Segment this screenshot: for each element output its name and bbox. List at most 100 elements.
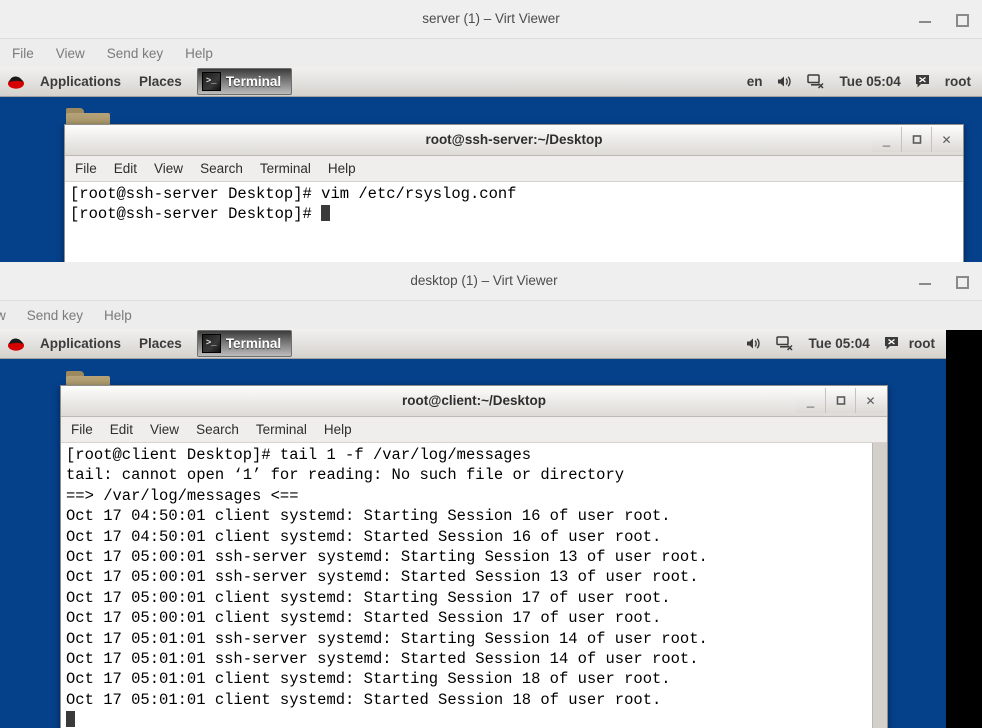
terminal-line: Oct 17 05:01:01 ssh-server systemd: Star… (66, 650, 699, 669)
applications-menu-client[interactable]: Applications (31, 329, 130, 358)
user-name-client[interactable]: root (907, 329, 942, 358)
terminal-controls-server: _ ✕ (872, 127, 961, 152)
panel-left-server: Applications Places >_ Terminal (0, 67, 293, 96)
taskbar-label-client: Terminal (225, 336, 282, 351)
places-menu-server[interactable]: Places (130, 67, 191, 96)
terminal-line: Oct 17 05:00:01 ssh-server systemd: Star… (66, 548, 708, 567)
menu-item-send-key[interactable]: Send key (107, 46, 163, 61)
taskbar-button-terminal-client[interactable]: >_ Terminal (196, 330, 293, 357)
terminal-menu-edit-server[interactable]: Edit (114, 161, 137, 176)
terminal-output-client: [root@client Desktop]# tail 1 -f /var/lo… (61, 443, 872, 728)
terminal-controls-client: _ ✕ (796, 388, 885, 413)
network-disconnected-icon[interactable] (800, 74, 832, 89)
terminal-line: Oct 17 05:00:01 ssh-server systemd: Star… (66, 568, 699, 587)
terminal-line: [root@client Desktop]# tail 1 -f /var/lo… (66, 446, 532, 464)
window-controls-desktop (918, 262, 976, 300)
virt-viewer-window-desktop: desktop (1) – Virt Viewer w Send key Hel… (0, 262, 982, 728)
menu-item-help-desktop[interactable]: Help (104, 308, 132, 323)
terminal-menu-search-server[interactable]: Search (200, 161, 243, 176)
terminal-icon-server: >_ (201, 72, 221, 91)
redhat-logo-icon[interactable] (6, 72, 26, 92)
terminal-cursor (321, 205, 331, 222)
terminal-line: Oct 17 05:00:01 client systemd: Started … (66, 609, 662, 628)
terminal-maximize-icon-server (912, 133, 921, 147)
clock-server[interactable]: Tue 05:04 (832, 67, 907, 96)
terminal-minimize-button-client[interactable]: _ (796, 388, 825, 413)
virt-viewer-window-server: server (1) – Virt Viewer File View Send … (0, 0, 982, 262)
terminal-line (66, 710, 872, 728)
terminal-maximize-button-client[interactable] (825, 388, 855, 413)
menubar-server: File View Send key Help (0, 39, 982, 67)
redhat-logo-icon-client[interactable] (6, 334, 26, 354)
terminal-titlebar-server: root@ssh-server:~/Desktop _ ✕ (65, 125, 963, 156)
terminal-menu-search-client[interactable]: Search (196, 422, 239, 437)
clock-client[interactable]: Tue 05:04 (801, 329, 876, 358)
menu-item-send-key-desktop[interactable]: Send key (27, 308, 83, 323)
guest-desktop-client: Applications Places >_ Terminal Tue 05:0… (0, 329, 946, 728)
terminal-line: Oct 17 05:01:01 client systemd: Started … (66, 690, 662, 709)
keyboard-layout-indicator[interactable]: en (740, 67, 770, 96)
terminal-body-server[interactable]: [root@ssh-server Desktop]# vim /etc/rsys… (65, 182, 963, 262)
window-controls-server (918, 0, 976, 38)
volume-icon[interactable] (769, 74, 800, 89)
titlebar-desktop: desktop (1) – Virt Viewer (0, 262, 982, 301)
menu-item-help[interactable]: Help (185, 46, 213, 61)
menu-item-file[interactable]: File (12, 46, 34, 61)
screen-root: server (1) – Virt Viewer File View Send … (0, 0, 982, 728)
menu-item-view-clipped[interactable]: w (0, 308, 6, 323)
minimize-icon-desktop[interactable] (918, 274, 932, 288)
terminal-close-icon-client: ✕ (865, 393, 876, 408)
terminal-title-client: root@client:~/Desktop (401, 393, 547, 408)
terminal-menu-view-server[interactable]: View (154, 161, 183, 176)
terminal-minimize-button-server[interactable]: _ (872, 127, 901, 152)
terminal-window-client: root@client:~/Desktop _ ✕ File Edit View… (60, 385, 888, 728)
terminal-body-client[interactable]: [root@client Desktop]# tail 1 -f /var/lo… (61, 443, 887, 728)
titlebar-server: server (1) – Virt Viewer (0, 0, 982, 39)
terminal-scrollbar-client[interactable] (872, 443, 887, 728)
restore-icon-desktop[interactable] (954, 274, 969, 289)
volume-icon-client[interactable] (738, 336, 769, 351)
terminal-minimize-icon-server: _ (882, 131, 891, 147)
window-title-desktop: desktop (1) – Virt Viewer (410, 273, 558, 288)
terminal-titlebar-client: root@client:~/Desktop _ ✕ (61, 386, 887, 417)
terminal-title-server: root@ssh-server:~/Desktop (425, 132, 603, 147)
terminal-line: Oct 17 05:01:01 ssh-server systemd: Star… (66, 629, 708, 648)
user-notification-icon-server[interactable] (908, 74, 938, 89)
menubar-desktop: w Send key Help (0, 301, 982, 329)
terminal-line: tail: cannot open ‘1’ for reading: No su… (66, 466, 625, 485)
minimize-icon-server[interactable] (918, 12, 932, 26)
terminal-menu-edit-client[interactable]: Edit (110, 422, 133, 437)
terminal-menu-view-client[interactable]: View (150, 422, 179, 437)
terminal-close-button-client[interactable]: ✕ (855, 388, 885, 413)
terminal-line: [root@ssh-server Desktop]# (70, 204, 963, 224)
applications-menu-server[interactable]: Applications (31, 67, 130, 96)
terminal-maximize-button-server[interactable] (901, 127, 931, 152)
window-title-server: server (1) – Virt Viewer (422, 11, 560, 26)
user-notification-icon-client[interactable] (877, 336, 907, 351)
menu-item-view[interactable]: View (56, 46, 85, 61)
terminal-menu-file-server[interactable]: File (75, 161, 97, 176)
user-name-server[interactable]: root (938, 67, 978, 96)
terminal-maximize-icon-client (836, 394, 845, 408)
terminal-minimize-icon-client: _ (806, 392, 815, 408)
terminal-menu-help-server[interactable]: Help (328, 161, 356, 176)
terminal-close-button-server[interactable]: ✕ (931, 127, 961, 152)
guest-desktop-server: Applications Places >_ Terminal en Tue 0… (0, 67, 982, 262)
terminal-line: Oct 17 04:50:01 client systemd: Started … (66, 527, 662, 546)
terminal-output-server: [root@ssh-server Desktop]# vim /etc/rsys… (65, 182, 963, 262)
places-menu-client[interactable]: Places (130, 329, 191, 358)
network-disconnected-icon-client[interactable] (769, 336, 801, 351)
terminal-icon-client: >_ (201, 334, 221, 353)
terminal-menubar-server: File Edit View Search Terminal Help (65, 156, 963, 182)
taskbar-label-server: Terminal (225, 74, 282, 89)
unused-display-area (946, 330, 982, 728)
terminal-line: Oct 17 04:50:01 client systemd: Starting… (66, 507, 671, 526)
terminal-line: [root@ssh-server Desktop]# vim /etc/rsys… (70, 185, 517, 203)
terminal-menu-terminal-client[interactable]: Terminal (256, 422, 307, 437)
restore-icon-server[interactable] (954, 12, 969, 27)
terminal-menu-help-client[interactable]: Help (324, 422, 352, 437)
terminal-menu-terminal-server[interactable]: Terminal (260, 161, 311, 176)
terminal-menu-file-client[interactable]: File (71, 422, 93, 437)
taskbar-button-terminal-server[interactable]: >_ Terminal (196, 68, 293, 95)
system-tray-client: Tue 05:04 root (738, 329, 946, 358)
